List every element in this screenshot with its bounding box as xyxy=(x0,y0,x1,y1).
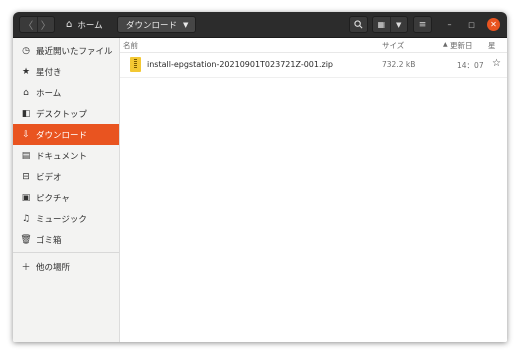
headerbar: 〈 〉 ⌂ ホーム ダウンロード ▼ ▦ ▼ ≡ – □ ✕ xyxy=(13,12,507,38)
star-icon: ★ xyxy=(21,66,31,77)
grid-view-button[interactable]: ▦ xyxy=(373,17,390,32)
chevron-left-icon: 〈 xyxy=(23,21,34,32)
file-list-view: 名前 サイズ ▲ 更新日 星 install-epgstation-202109… xyxy=(120,38,507,342)
sidebar-item-label: ダウンロード xyxy=(36,130,88,141)
file-modified: 14：07 xyxy=(457,61,484,70)
file-manager-window: 〈 〉 ⌂ ホーム ダウンロード ▼ ▦ ▼ ≡ – □ ✕ ◷ 最近開いたファイ… xyxy=(13,12,507,342)
search-button[interactable] xyxy=(349,16,368,33)
maximize-button[interactable]: □ xyxy=(465,18,478,31)
sidebar-divider xyxy=(13,252,119,253)
chevron-down-icon: ▼ xyxy=(183,20,189,29)
file-name: install-epgstation-20210901T023721Z-001.… xyxy=(147,60,334,69)
sidebar-item-videos[interactable]: ⊟ ビデオ xyxy=(13,166,119,187)
breadcrumb-current-label: ダウンロード xyxy=(126,20,178,31)
forward-button[interactable]: 〉 xyxy=(36,17,55,32)
breadcrumb-current[interactable]: ダウンロード ▼ xyxy=(117,16,196,33)
sidebar-item-label: ミュージック xyxy=(36,214,87,225)
breadcrumb-home-label: ホーム xyxy=(77,20,103,31)
sidebar-item-label: デスクトップ xyxy=(36,109,88,120)
table-row[interactable]: install-epgstation-20210901T023721Z-001.… xyxy=(120,53,507,78)
sidebar-item-starred[interactable]: ★ 星付き xyxy=(13,61,119,82)
sidebar-item-other-locations[interactable]: ＋ 他の場所 xyxy=(13,256,119,277)
sidebar-item-documents[interactable]: ▤ ドキュメント xyxy=(13,145,119,166)
desktop-icon: ◧ xyxy=(21,108,31,119)
star-icon[interactable]: ☆ xyxy=(492,58,501,69)
clock-icon: ◷ xyxy=(22,45,30,56)
sidebar-item-pictures[interactable]: ▣ ピクチャ xyxy=(13,187,119,208)
download-icon: ⇩ xyxy=(22,129,30,140)
document-icon: ▤ xyxy=(21,150,31,161)
column-header-star[interactable]: 星 xyxy=(488,40,496,51)
sidebar-item-recent[interactable]: ◷ 最近開いたファイル xyxy=(13,40,119,61)
sidebar-item-label: ホーム xyxy=(36,88,62,99)
view-switcher: ▦ ▼ xyxy=(372,16,408,33)
sidebar-item-music[interactable]: ♫ ミュージック xyxy=(13,208,119,229)
column-header-row: 名前 サイズ ▲ 更新日 星 xyxy=(120,38,507,53)
history-nav: 〈 〉 xyxy=(19,16,55,33)
hamburger-menu-icon: ≡ xyxy=(418,19,427,30)
zip-archive-icon xyxy=(130,57,141,72)
column-header-name[interactable]: 名前 xyxy=(123,40,138,51)
sidebar-item-label: ゴミ箱 xyxy=(36,235,62,246)
close-icon: ✕ xyxy=(490,20,497,29)
home-icon: ⌂ xyxy=(23,87,29,98)
sort-up-icon: ▲ xyxy=(443,41,448,48)
sidebar-item-label: 星付き xyxy=(36,67,62,78)
sidebar-item-label: 最近開いたファイル xyxy=(36,46,113,57)
view-options-button[interactable]: ▼ xyxy=(389,17,408,32)
home-icon: ⌂ xyxy=(66,19,73,30)
grid-view-icon: ▦ xyxy=(377,20,386,29)
sidebar-item-label: ビデオ xyxy=(36,172,62,183)
trash-icon: 🗑 xyxy=(20,234,32,245)
sidebar-item-trash[interactable]: 🗑 ゴミ箱 xyxy=(13,229,119,250)
file-size: 732.2 kB xyxy=(382,60,416,69)
sidebar-item-label: ピクチャ xyxy=(36,193,70,204)
minimize-button[interactable]: – xyxy=(443,18,456,31)
back-button[interactable]: 〈 xyxy=(20,17,37,32)
places-sidebar: ◷ 最近開いたファイル ★ 星付き ⌂ ホーム ◧ デスクトップ ⇩ ダウンロード ▤ ドキ… xyxy=(13,38,120,342)
chevron-down-icon: ▼ xyxy=(396,20,402,29)
breadcrumb-home[interactable]: ⌂ ホーム xyxy=(61,16,117,33)
search-icon xyxy=(354,20,363,29)
music-icon: ♫ xyxy=(21,213,31,224)
plus-icon: ＋ xyxy=(21,263,31,273)
close-button[interactable]: ✕ xyxy=(487,18,500,31)
sidebar-item-downloads[interactable]: ⇩ ダウンロード xyxy=(13,124,119,145)
picture-icon: ▣ xyxy=(21,192,31,203)
chevron-right-icon: 〉 xyxy=(40,21,51,32)
column-header-modified[interactable]: 更新日 xyxy=(450,40,473,51)
sidebar-item-label: 他の場所 xyxy=(36,262,71,273)
maximize-icon: □ xyxy=(468,20,475,29)
sidebar-item-label: ドキュメント xyxy=(36,151,88,162)
main-menu-button[interactable]: ≡ xyxy=(413,16,432,33)
video-icon: ⊟ xyxy=(22,171,30,182)
column-header-size[interactable]: サイズ xyxy=(382,40,404,51)
sidebar-item-desktop[interactable]: ◧ デスクトップ xyxy=(13,103,119,124)
minimize-icon: – xyxy=(447,20,452,29)
sidebar-item-home[interactable]: ⌂ ホーム xyxy=(13,82,119,103)
